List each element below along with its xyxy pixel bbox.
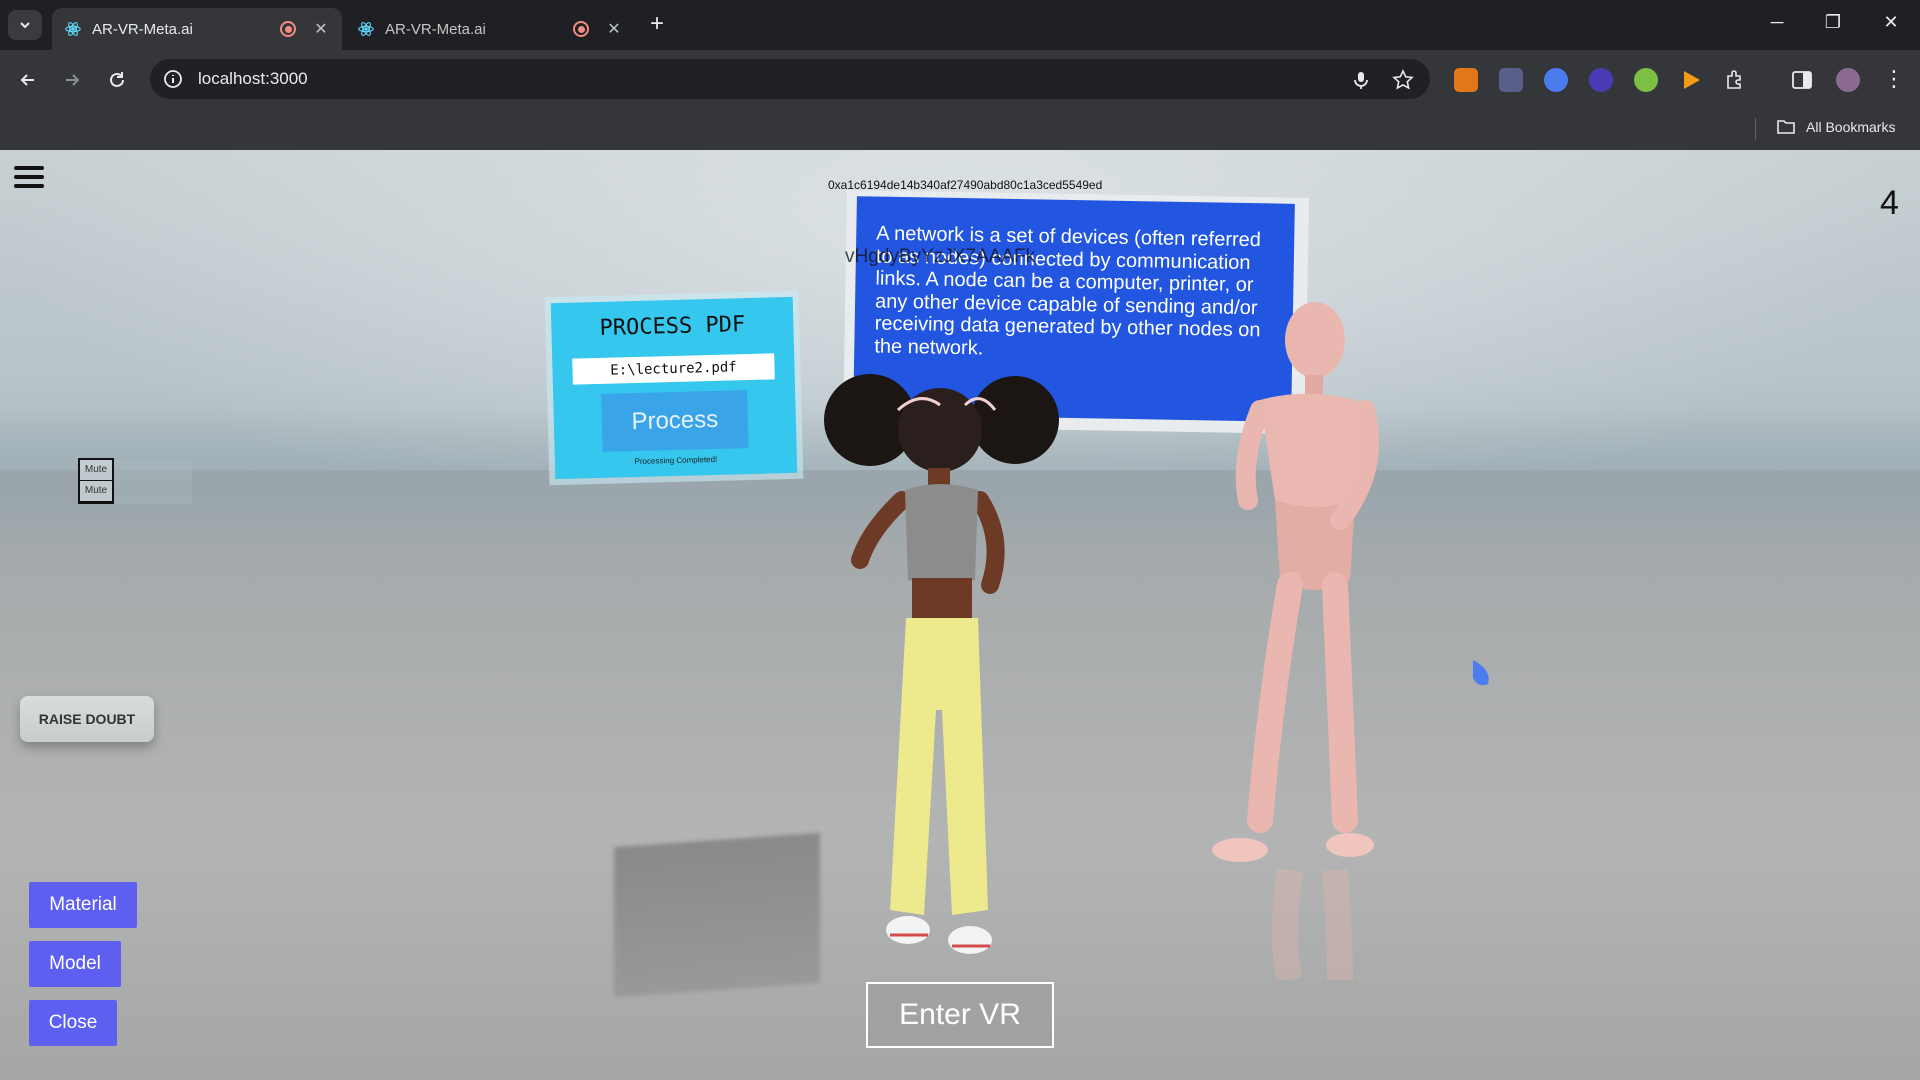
puzzle-icon: [1727, 70, 1741, 89]
enter-vr-button[interactable]: Enter VR: [866, 982, 1054, 1048]
close-button[interactable]: Close: [29, 1000, 117, 1046]
close-tab-icon[interactable]: ✕: [312, 19, 330, 39]
react-favicon-icon: [65, 22, 81, 36]
tab-ar-vr-meta-1[interactable]: AR-VR-Meta.ai ✕: [52, 8, 342, 50]
overlapping-id-text: vHgdyByYzJX7AAAFk: [845, 246, 1036, 267]
all-bookmarks-button[interactable]: All Bookmarks: [1776, 118, 1895, 136]
recording-icon: [573, 21, 589, 37]
play-icon: [1684, 71, 1700, 89]
bookmarks-bar: All Bookmarks: [0, 108, 1920, 150]
site-info-icon[interactable]: [162, 68, 184, 90]
processing-status: Processing Completed!: [634, 454, 718, 467]
url-text: localhost:3000: [198, 69, 308, 88]
bookmark-separator: [1755, 118, 1756, 140]
metamask-extension-icon[interactable]: [1454, 68, 1478, 92]
all-bookmarks-label: All Bookmarks: [1806, 119, 1896, 135]
mute-button-1[interactable]: Mute: [80, 460, 112, 481]
xr-extension-icon[interactable]: [1499, 68, 1523, 92]
mute-panel-shadow: [114, 460, 192, 504]
reload-button[interactable]: [103, 66, 131, 94]
mute-button-2[interactable]: Mute: [80, 481, 112, 502]
close-window-icon[interactable]: ✕: [1876, 12, 1906, 33]
react-favicon-icon: [358, 22, 374, 36]
microphone-icon[interactable]: [1350, 69, 1372, 91]
kebab-menu-icon[interactable]: ⋮: [1882, 68, 1906, 92]
play-orange-extension-icon[interactable]: [1679, 68, 1703, 92]
pdf-path-input[interactable]: E:\lecture2.pdf: [572, 353, 775, 385]
close-tab-icon[interactable]: ✕: [605, 19, 623, 39]
profile-avatar[interactable]: [1836, 68, 1860, 92]
bookmark-star-icon[interactable]: [1392, 69, 1414, 91]
tab-search-button[interactable]: [8, 10, 42, 40]
vr-scene-canvas[interactable]: 0xa1c6194de14b340af27490abd80c1a3ced5549…: [0, 150, 1920, 1080]
model-button[interactable]: Model: [29, 941, 121, 987]
tab-bar: AR-VR-Meta.ai ✕ AR-VR-Meta.ai ✕ + ─ ❐ ✕: [0, 0, 1920, 50]
process-pdf-panel: PROCESS PDF E:\lecture2.pdf Process Proc…: [550, 296, 798, 480]
pdf-panel-title: PROCESS PDF: [599, 312, 746, 341]
recording-icon: [280, 21, 296, 37]
arrow-right-icon: [66, 74, 80, 86]
material-button[interactable]: Material: [29, 882, 137, 928]
hamburger-menu-icon[interactable]: [14, 166, 44, 192]
chevron-down-icon: [20, 22, 30, 29]
cursor-marker-icon: [1473, 660, 1489, 686]
browser-toolbar: localhost:3000: [0, 50, 1920, 108]
restore-icon[interactable]: ❐: [1818, 12, 1848, 33]
arrow-left-icon: [20, 74, 34, 86]
address-bar[interactable]: localhost:3000: [150, 59, 1430, 99]
play-green-extension-icon[interactable]: [1634, 68, 1658, 92]
mute-controls: Mute Mute: [78, 458, 114, 504]
process-button[interactable]: Process: [601, 390, 749, 452]
minimize-icon[interactable]: ─: [1762, 12, 1792, 33]
raise-doubt-button[interactable]: RAISE DOUBT: [20, 696, 154, 742]
folder-icon: [1777, 120, 1795, 134]
panel-icon: [1792, 71, 1812, 89]
reload-icon: [110, 72, 124, 87]
forward-button[interactable]: [58, 66, 86, 94]
extensions-puzzle-icon[interactable]: [1724, 68, 1748, 92]
side-panel-icon[interactable]: [1790, 68, 1814, 92]
broadcast-extension-icon[interactable]: [1589, 68, 1613, 92]
tab-ar-vr-meta-2[interactable]: AR-VR-Meta.ai ✕: [345, 8, 635, 50]
mannequin-avatar[interactable]: [1140, 300, 1400, 980]
back-button[interactable]: [14, 66, 42, 94]
translate-extension-icon[interactable]: [1544, 68, 1568, 92]
tab-title: AR-VR-Meta.ai: [385, 20, 486, 38]
new-tab-button[interactable]: +: [650, 12, 664, 36]
participant-counter: 4: [1880, 184, 1899, 222]
tab-title: AR-VR-Meta.ai: [92, 20, 193, 38]
student-avatar[interactable]: [820, 350, 1060, 990]
floor-shadow-block: [614, 832, 820, 998]
